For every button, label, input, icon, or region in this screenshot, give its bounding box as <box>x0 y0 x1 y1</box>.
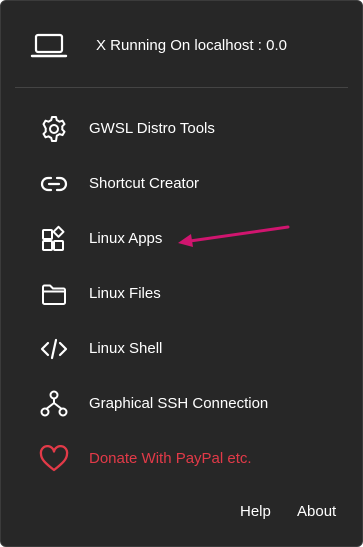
code-icon <box>39 335 69 363</box>
gwsl-menu-panel: X Running On localhost : 0.0 GWSL Distro… <box>0 0 363 547</box>
menu-item-distro-tools[interactable]: GWSL Distro Tools <box>1 106 362 152</box>
x-server-status[interactable]: X Running On localhost : 0.0 <box>1 23 362 69</box>
menu-item-label: Linux Apps <box>89 230 163 247</box>
about-link[interactable]: About <box>297 503 336 521</box>
network-icon <box>39 390 69 418</box>
heart-icon <box>39 445 69 473</box>
help-link[interactable]: Help <box>240 503 271 521</box>
annotation-arrow <box>176 219 294 247</box>
menu-item-label: GWSL Distro Tools <box>89 120 215 137</box>
menu-item-label: Linux Files <box>89 285 161 302</box>
link-icon <box>39 170 69 198</box>
folder-icon <box>39 280 69 308</box>
menu-item-shortcut-creator[interactable]: Shortcut Creator <box>1 161 362 207</box>
menu-item-label: Linux Shell <box>89 340 163 357</box>
menu-item-graphical-ssh[interactable]: Graphical SSH Connection <box>1 381 362 427</box>
menu-item-donate[interactable]: Donate With PayPal etc. <box>1 436 362 482</box>
menu-item-linux-shell[interactable]: Linux Shell <box>1 326 362 372</box>
x-server-status-text: X Running On localhost : 0.0 <box>96 37 287 54</box>
menu-item-label: Donate With PayPal etc. <box>89 450 252 467</box>
laptop-icon <box>30 31 68 61</box>
apps-grid-icon <box>39 225 69 253</box>
menu-item-label: Shortcut Creator <box>89 175 200 192</box>
menu-item-linux-files[interactable]: Linux Files <box>1 271 362 317</box>
menu-item-label: Graphical SSH Connection <box>89 395 269 412</box>
gear-icon <box>39 115 69 143</box>
header-divider <box>15 87 348 88</box>
